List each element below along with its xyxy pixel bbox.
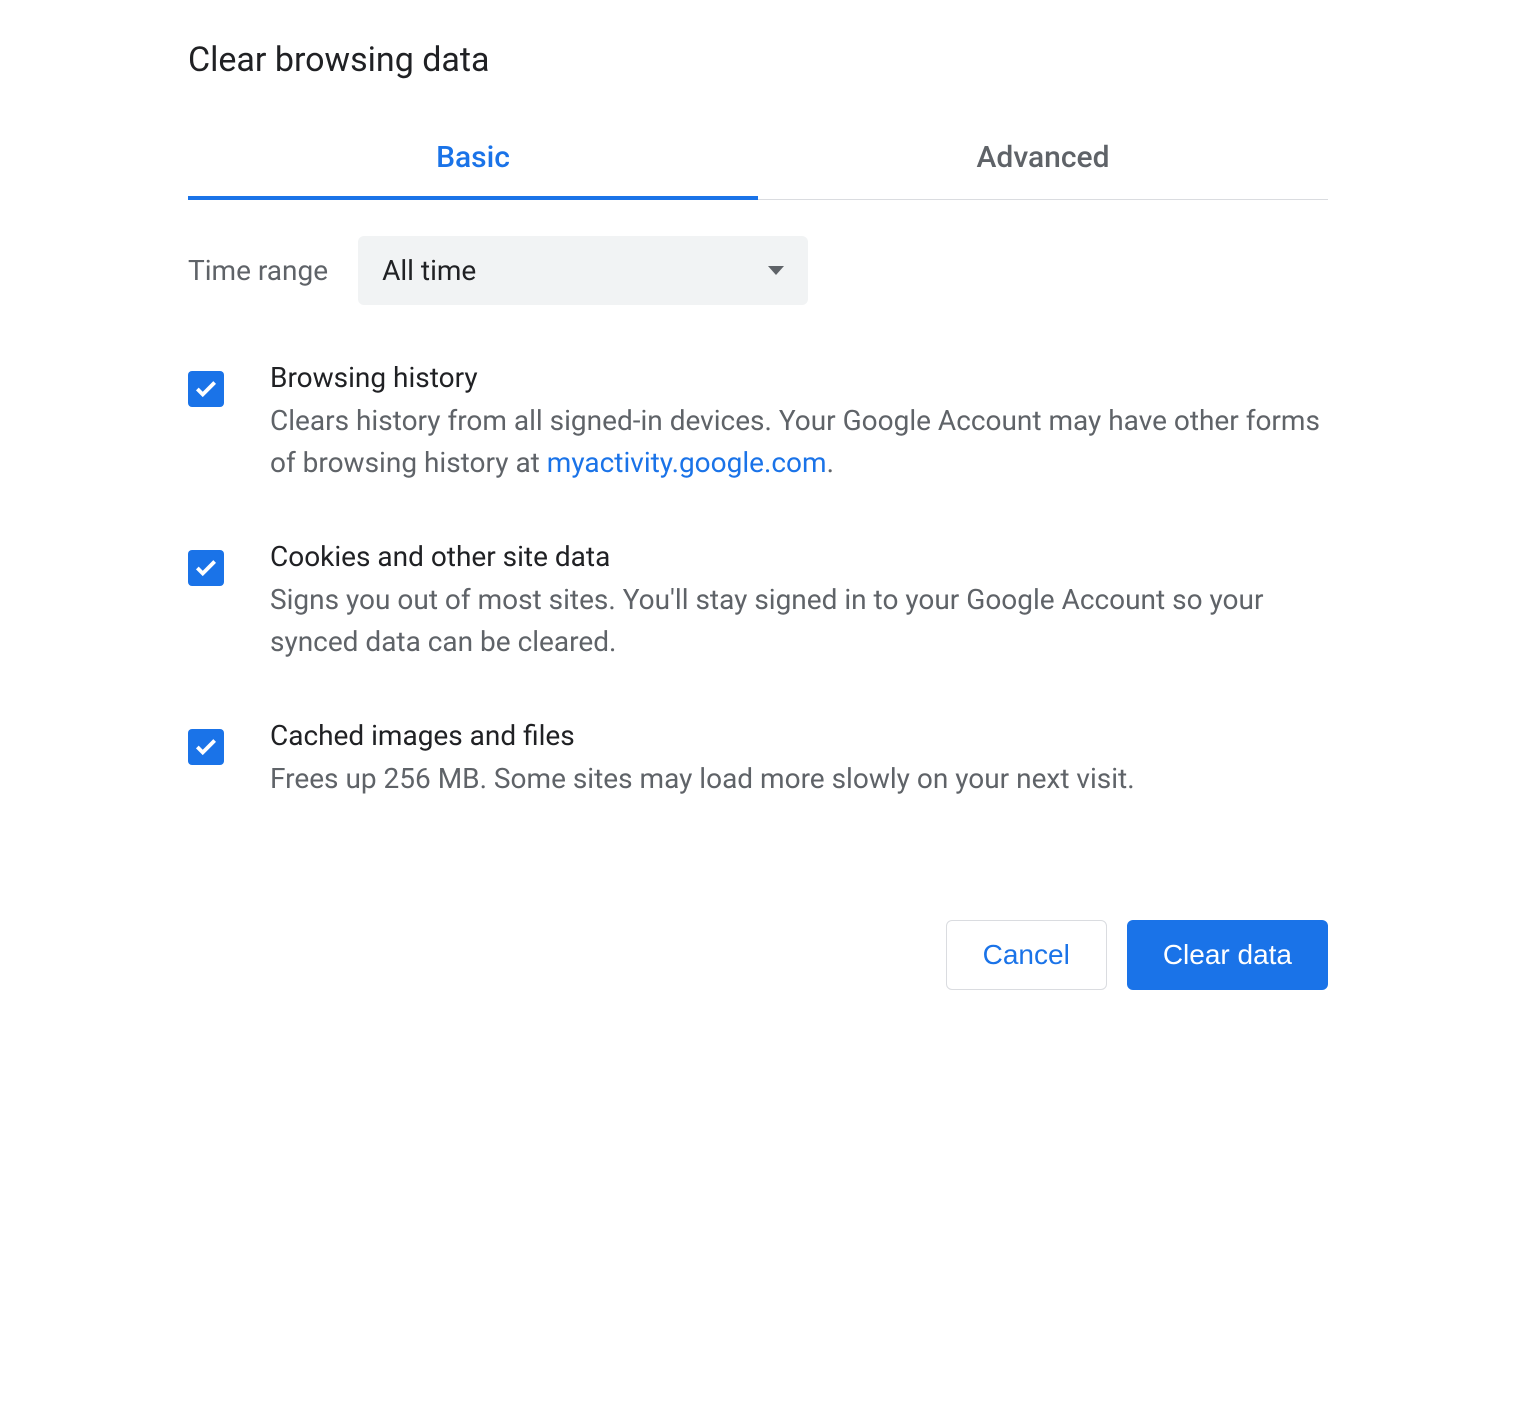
dialog-content: Time range All time Browsing history Cle… <box>188 200 1328 990</box>
check-icon <box>193 555 219 581</box>
checkbox-cookies[interactable] <box>188 550 224 586</box>
clear-data-button[interactable]: Clear data <box>1127 920 1328 990</box>
option-title-cookies: Cookies and other site data <box>270 540 1328 573</box>
tab-advanced[interactable]: Advanced <box>758 120 1328 199</box>
checkbox-cache[interactable] <box>188 729 224 765</box>
dropdown-arrow-icon <box>768 266 784 275</box>
option-desc-cache: Frees up 256 MB. Some sites may load mor… <box>270 758 1328 800</box>
clear-browsing-data-dialog: Clear browsing data Basic Advanced Time … <box>188 40 1328 990</box>
option-cookies: Cookies and other site data Signs you ou… <box>188 540 1328 663</box>
cancel-button[interactable]: Cancel <box>946 920 1107 990</box>
check-icon <box>193 376 219 402</box>
dialog-title: Clear browsing data <box>188 40 1328 80</box>
myactivity-link[interactable]: myactivity.google.com <box>547 446 827 479</box>
option-text: Cached images and files Frees up 256 MB.… <box>270 719 1328 800</box>
option-cache: Cached images and files Frees up 256 MB.… <box>188 719 1328 800</box>
time-range-label: Time range <box>188 254 328 287</box>
tab-basic[interactable]: Basic <box>188 120 758 199</box>
option-title-browsing-history: Browsing history <box>270 361 1328 394</box>
tab-advanced-label: Advanced <box>977 140 1110 175</box>
option-title-cache: Cached images and files <box>270 719 1328 752</box>
time-range-select[interactable]: All time <box>358 236 808 305</box>
tabs: Basic Advanced <box>188 120 1328 200</box>
time-range-row: Time range All time <box>188 236 1328 305</box>
time-range-value: All time <box>382 254 476 287</box>
desc-suffix: . <box>827 446 834 479</box>
option-text: Cookies and other site data Signs you ou… <box>270 540 1328 663</box>
option-desc-browsing-history: Clears history from all signed-in device… <box>270 400 1328 484</box>
dialog-buttons: Cancel Clear data <box>188 920 1328 990</box>
checkbox-browsing-history[interactable] <box>188 371 224 407</box>
option-desc-cookies: Signs you out of most sites. You'll stay… <box>270 579 1328 663</box>
check-icon <box>193 734 219 760</box>
option-browsing-history: Browsing history Clears history from all… <box>188 361 1328 484</box>
option-text: Browsing history Clears history from all… <box>270 361 1328 484</box>
tab-basic-label: Basic <box>436 140 510 175</box>
